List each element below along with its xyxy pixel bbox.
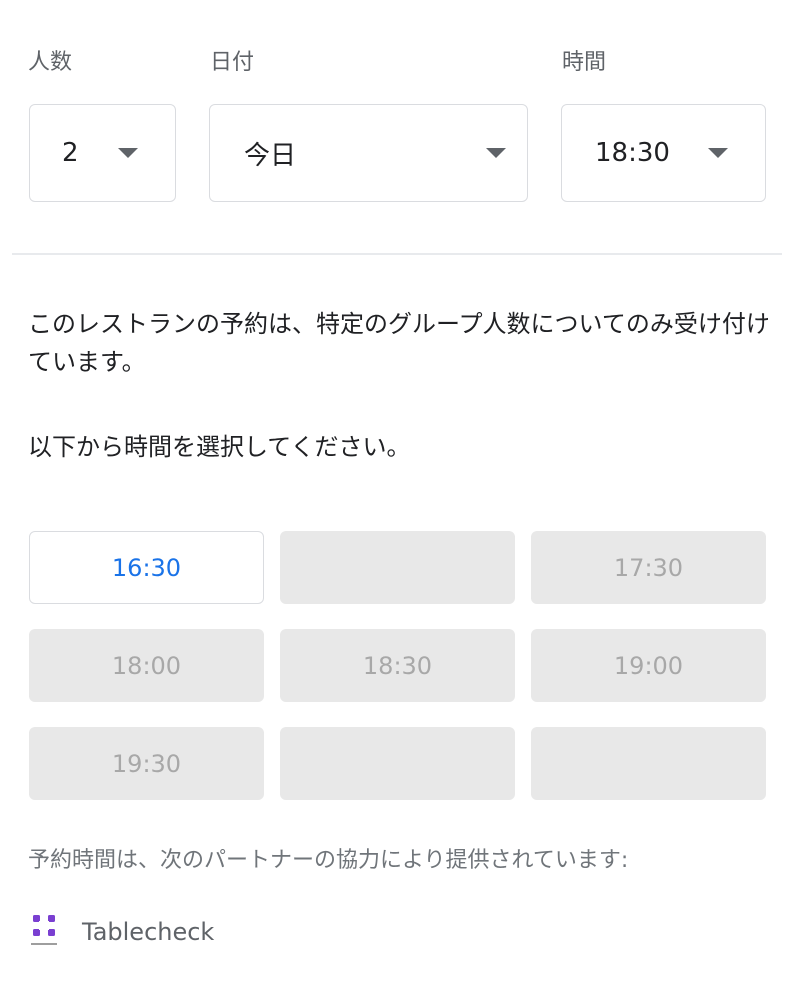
time-slot-disabled: 18:30 bbox=[280, 629, 515, 702]
time-slot-disabled bbox=[531, 727, 766, 800]
chevron-down-icon bbox=[486, 148, 506, 158]
date-label: 日付 bbox=[210, 50, 255, 75]
party-size-value: 2 bbox=[62, 138, 79, 168]
partner-attribution: 予約時間は、次のパートナーの協力により提供されています: bbox=[28, 848, 629, 873]
time-slot-disabled: 18:00 bbox=[29, 629, 264, 702]
partner-link[interactable]: Tablecheck bbox=[28, 910, 214, 954]
time-slot-disabled bbox=[280, 727, 515, 800]
partner-name: Tablecheck bbox=[82, 918, 215, 946]
tablecheck-logo-icon bbox=[28, 912, 64, 952]
date-value: 今日 bbox=[244, 140, 297, 171]
time-slot-disabled: 19:30 bbox=[29, 727, 264, 800]
time-slot-disabled bbox=[280, 531, 515, 604]
divider bbox=[12, 253, 782, 255]
time-slot-available[interactable]: 16:30 bbox=[29, 531, 264, 604]
time-slot-disabled: 19:00 bbox=[531, 629, 766, 702]
time-label: 時間 bbox=[562, 50, 607, 75]
date-select[interactable]: 今日 bbox=[209, 104, 528, 202]
time-value: 18:30 bbox=[595, 138, 670, 168]
group-size-notice: このレストランの予約は、特定のグループ人数についてのみ受け付けています。 bbox=[28, 310, 770, 376]
chevron-down-icon bbox=[118, 148, 138, 158]
party-size-label: 人数 bbox=[28, 50, 73, 75]
party-size-select[interactable]: 2 bbox=[29, 104, 176, 202]
time-select[interactable]: 18:30 bbox=[561, 104, 766, 202]
chevron-down-icon bbox=[708, 148, 728, 158]
select-time-instruction: 以下から時間を選択してください。 bbox=[28, 433, 411, 461]
time-slot-disabled: 17:30 bbox=[531, 531, 766, 604]
